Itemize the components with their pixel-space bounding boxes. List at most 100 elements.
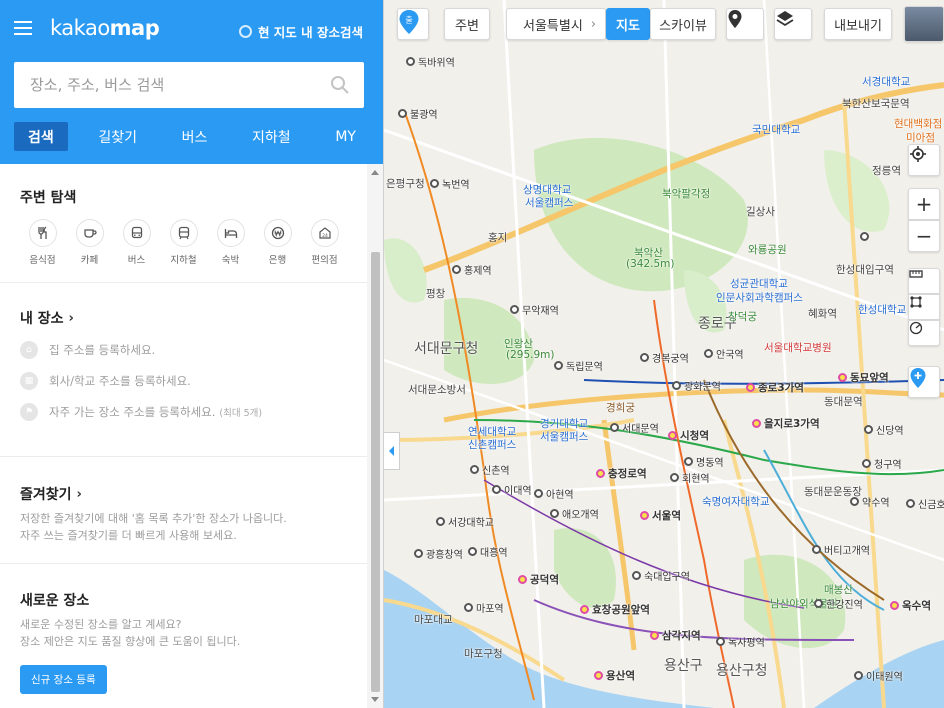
map-label[interactable]: 길상사: [746, 204, 775, 219]
register-new-place-button[interactable]: 신규 장소 등록: [20, 665, 107, 694]
my-location-button[interactable]: [908, 144, 940, 176]
station-marker[interactable]: 용산역: [594, 668, 635, 683]
register-frequent-item[interactable]: ⚑ 자주 가는 장소 주소를 등록하세요. (최대 5개): [20, 403, 348, 421]
map-label[interactable]: 홍지: [488, 230, 507, 245]
station-marker[interactable]: 대흥역: [468, 544, 508, 559]
tab-directions[interactable]: 길찾기: [84, 122, 151, 151]
station-marker[interactable]: 신당역: [864, 422, 904, 437]
radio-icon[interactable]: [238, 25, 252, 38]
map-view-button[interactable]: 지도: [606, 8, 650, 40]
station-marker[interactable]: 이대역: [492, 482, 532, 497]
map-label[interactable]: 경희궁: [606, 400, 635, 415]
roadview-button[interactable]: [726, 8, 764, 40]
current-map-search-toggle[interactable]: 현 지도 내 장소검색: [238, 22, 363, 41]
station-marker[interactable]: 청구역: [862, 456, 902, 471]
map-label[interactable]: 인문사회과학캠퍼스: [716, 290, 803, 305]
map-label[interactable]: 북한산보국문역: [842, 96, 910, 111]
station-marker[interactable]: 효창공원앞역: [580, 602, 650, 617]
station-marker[interactable]: 마포역: [464, 600, 504, 615]
map-label[interactable]: 마포구청: [464, 646, 503, 661]
search-input[interactable]: [14, 62, 314, 108]
station-marker[interactable]: 을지로3가역: [752, 416, 820, 431]
map-label[interactable]: 정릉역: [872, 163, 901, 178]
map-label[interactable]: 서울캠퍼스: [540, 429, 588, 444]
start-marker-button[interactable]: 출: [397, 8, 429, 40]
map-label[interactable]: 서대문소방서: [408, 382, 466, 397]
station-marker[interactable]: 한강진역: [814, 596, 863, 611]
export-button[interactable]: 내보내기: [824, 8, 892, 40]
station-marker[interactable]: 삼각지역: [650, 628, 701, 643]
station-marker[interactable]: 독바위역: [406, 54, 455, 69]
add-place-button[interactable]: [908, 366, 940, 398]
map-label[interactable]: 매봉산: [824, 582, 853, 597]
station-marker[interactable]: [860, 232, 872, 241]
favorites-title[interactable]: 즐겨찾기 ›: [20, 484, 348, 504]
station-marker[interactable]: 아현역: [534, 486, 574, 501]
map-label[interactable]: 은평구청: [386, 176, 425, 191]
station-marker[interactable]: 버티고개역: [812, 542, 870, 557]
map-label[interactable]: 신촌캠퍼스: [468, 437, 516, 452]
layers-button[interactable]: [774, 8, 812, 40]
station-marker[interactable]: 경복궁역: [640, 350, 689, 365]
map-label[interactable]: 창덕궁: [728, 309, 757, 324]
station-marker[interactable]: 광화문역: [672, 378, 721, 393]
zoom-out-button[interactable]: −: [908, 220, 940, 252]
category-bus[interactable]: 버스: [113, 219, 160, 266]
search-icon[interactable]: [330, 75, 350, 95]
register-work-item[interactable]: ▦ 회사/학교 주소를 등록하세요.: [20, 372, 348, 390]
map-canvas[interactable]: 출 주변 서울특별시 › 지도 스카이뷰 내보내기 + − 서경대학교 북한산보…: [384, 0, 944, 708]
category-lodging[interactable]: 숙박: [207, 219, 254, 266]
map-label[interactable]: 동대문역: [824, 394, 863, 409]
map-label[interactable]: (295.9m): [506, 349, 554, 361]
sidebar-scrollbar[interactable]: [367, 164, 383, 708]
map-label[interactable]: 국민대학교: [752, 122, 800, 137]
register-home-item[interactable]: ⌂ 집 주소를 등록하세요.: [20, 341, 348, 359]
map-label[interactable]: 성균관대학교: [730, 276, 788, 291]
map-label[interactable]: 서울대학교병원: [764, 340, 832, 355]
map-label[interactable]: 혜화역: [808, 306, 837, 321]
station-marker[interactable]: 약수역: [850, 494, 890, 509]
collapse-sidebar-button[interactable]: [384, 432, 400, 470]
station-marker[interactable]: 시청역: [668, 428, 709, 443]
tab-subway[interactable]: 지하철: [238, 122, 305, 151]
map-label[interactable]: 미아점: [906, 130, 935, 145]
map-label[interactable]: 와룡공원: [748, 242, 787, 257]
station-marker[interactable]: 이태원역: [854, 668, 903, 683]
nearby-button[interactable]: 주변: [444, 8, 490, 40]
category-convenience-store[interactable]: 24 편의점: [301, 219, 348, 266]
station-marker[interactable]: 애오개역: [550, 506, 599, 521]
station-marker[interactable]: 회현역: [670, 470, 710, 485]
station-marker[interactable]: 숙대입구역: [632, 568, 690, 583]
roadview-thumbnail[interactable]: [904, 6, 944, 42]
station-marker[interactable]: 서강대학교: [436, 514, 494, 529]
map-label[interactable]: 서대문구청: [414, 338, 478, 358]
map-label[interactable]: 평창: [426, 286, 445, 301]
menu-icon[interactable]: [14, 21, 32, 35]
scrollbar-thumb[interactable]: [371, 252, 380, 692]
map-label[interactable]: 용산구: [664, 655, 703, 675]
category-cafe[interactable]: 카페: [66, 219, 113, 266]
station-marker[interactable]: 서울역: [640, 508, 681, 523]
radius-tool-button[interactable]: [908, 320, 940, 346]
station-marker[interactable]: 광흥창역: [414, 546, 463, 561]
station-marker[interactable]: 신금호역: [906, 496, 944, 511]
map-label[interactable]: 한성대학교: [858, 302, 906, 317]
map-label[interactable]: 용산구청: [716, 660, 768, 680]
tab-my[interactable]: MY: [321, 122, 370, 151]
station-marker[interactable]: 동묘앞역: [838, 370, 889, 385]
station-marker[interactable]: 명동역: [684, 454, 724, 469]
skyview-button[interactable]: 스카이뷰: [650, 8, 716, 40]
station-marker[interactable]: 종로3가역: [746, 380, 804, 395]
station-marker[interactable]: 안국역: [704, 346, 744, 361]
station-marker[interactable]: 녹번역: [430, 176, 470, 191]
tab-search[interactable]: 검색: [14, 122, 68, 151]
tab-bus[interactable]: 버스: [168, 122, 222, 151]
map-label[interactable]: 한성대입구역: [836, 262, 894, 277]
station-marker[interactable]: 충정로역: [596, 466, 647, 481]
station-marker[interactable]: 녹사평역: [716, 634, 765, 649]
area-tool-button[interactable]: [908, 294, 940, 320]
scroll-up-icon[interactable]: [371, 170, 379, 175]
station-marker[interactable]: 불광역: [398, 106, 438, 121]
station-marker[interactable]: 무악재역: [510, 302, 559, 317]
station-marker[interactable]: 홍제역: [452, 262, 492, 277]
